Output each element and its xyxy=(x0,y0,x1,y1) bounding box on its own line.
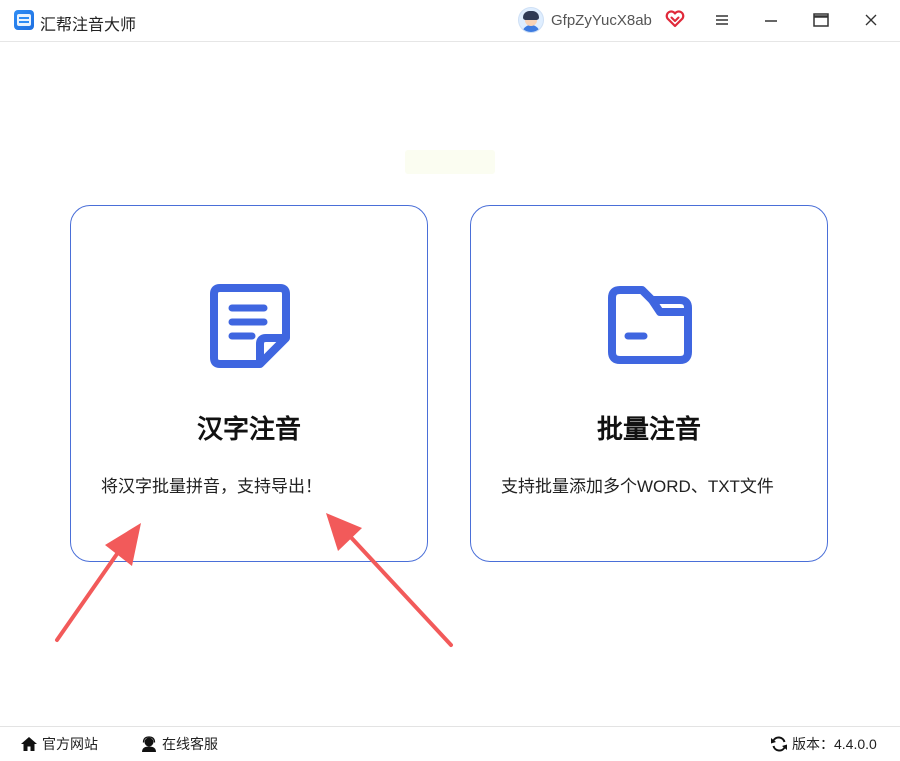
card-title: 批量注音 xyxy=(596,414,701,444)
faint-banner xyxy=(405,150,495,174)
maximize-icon[interactable] xyxy=(812,11,830,29)
username[interactable]: GfpZyYucX8ab xyxy=(551,12,652,29)
card-description: 将汉字批量拼音，支持导出！ xyxy=(101,477,322,496)
official-website-link[interactable]: 官方网站 xyxy=(20,727,98,761)
close-icon[interactable] xyxy=(862,11,880,29)
online-service-link[interactable]: 在线客服 xyxy=(140,727,218,761)
folder-icon xyxy=(608,286,692,364)
user-avatar[interactable] xyxy=(518,7,544,33)
customer-service-icon xyxy=(142,736,156,752)
minimize-icon[interactable] xyxy=(762,11,780,29)
online-service-label: 在线客服 xyxy=(162,736,218,752)
home-icon xyxy=(21,737,37,751)
document-icon xyxy=(210,284,290,368)
card-hanzi-pinyin[interactable]: 汉字注音 将汉字批量拼音，支持导出！ xyxy=(70,205,428,562)
vip-heart-icon[interactable] xyxy=(665,9,685,29)
version-label: 版本：4.4.0.0 xyxy=(792,736,877,752)
card-description: 支持批量添加多个WORD、TXT文件 xyxy=(501,477,774,496)
card-batch-pinyin[interactable]: 批量注音 支持批量添加多个WORD、TXT文件 xyxy=(470,205,828,562)
card-title: 汉字注音 xyxy=(196,414,301,444)
version-info: 版本：4.4.0.0 xyxy=(770,727,877,761)
app-logo-icon xyxy=(14,10,34,30)
title-bar: 汇帮注音大师 GfpZyYucX8ab xyxy=(0,0,900,42)
menu-icon[interactable] xyxy=(713,11,731,29)
official-website-label: 官方网站 xyxy=(42,736,98,752)
refresh-icon[interactable] xyxy=(770,736,788,752)
app-title: 汇帮注音大师 xyxy=(40,17,137,34)
footer-bar: 官方网站 在线客服 版本：4.4.0.0 xyxy=(0,726,900,761)
